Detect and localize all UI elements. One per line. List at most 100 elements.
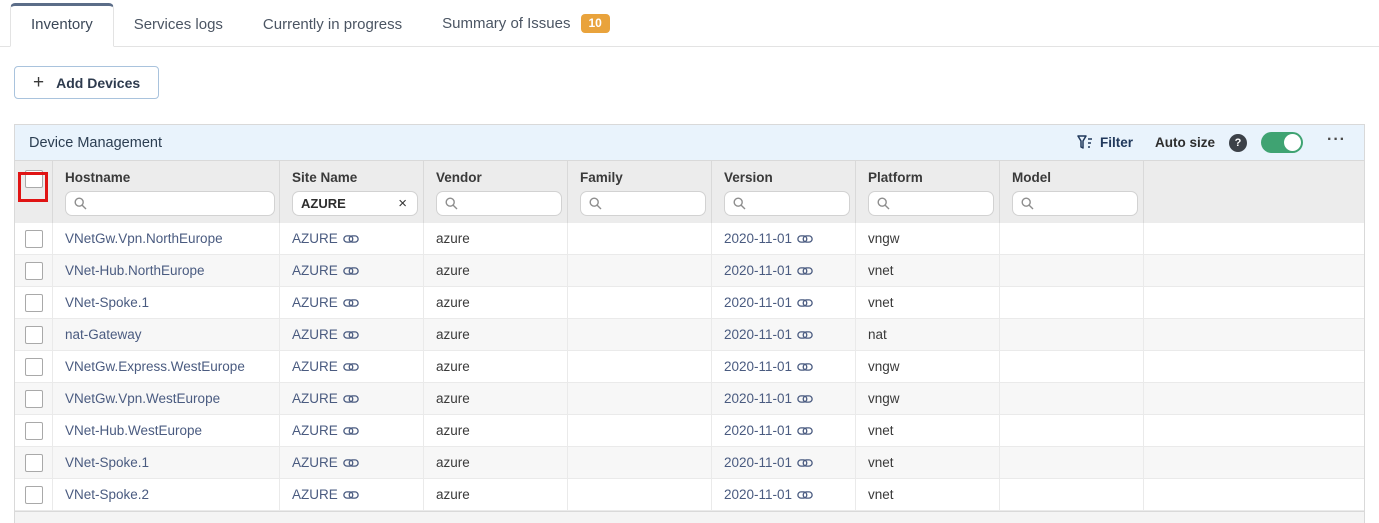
table-footer — [15, 511, 1364, 523]
site-cell: AZURE — [280, 383, 424, 414]
hostname-filter-input[interactable] — [65, 191, 275, 216]
tab-services-logs-label: Services logs — [134, 16, 223, 33]
column-model[interactable]: Model — [1000, 161, 1144, 223]
hostname-link[interactable]: VNetGw.Vpn.NorthEurope — [65, 231, 223, 246]
site-link[interactable]: AZURE — [292, 487, 359, 502]
table-row[interactable]: VNet-Spoke.2 AZURE azure 2020-11-01 vn — [15, 479, 1364, 511]
vendor-cell: azure — [424, 447, 568, 478]
table-row[interactable]: VNet-Spoke.1 AZURE azure 2020-11-01 vn — [15, 287, 1364, 319]
filler-cell — [1144, 447, 1364, 478]
table-row[interactable]: VNetGw.Vpn.NorthEurope AZURE azure 2020-… — [15, 223, 1364, 255]
family-cell — [568, 255, 712, 286]
table-row[interactable]: VNet-Hub.WestEurope AZURE azure 2020-11-… — [15, 415, 1364, 447]
table-row[interactable]: VNet-Spoke.1 AZURE azure 2020-11-01 vn — [15, 447, 1364, 479]
column-hostname[interactable]: Hostname — [53, 161, 280, 223]
search-icon — [589, 197, 602, 210]
table-row[interactable]: nat-Gateway AZURE azure 2020-11-01 nat — [15, 319, 1364, 351]
site-link[interactable]: AZURE — [292, 455, 359, 470]
tab-services-logs[interactable]: Services logs — [114, 4, 243, 46]
hostname-link[interactable]: VNetGw.Vpn.WestEurope — [65, 391, 220, 406]
version-link[interactable]: 2020-11-01 — [724, 487, 813, 502]
version-link-label: 2020-11-01 — [724, 295, 792, 310]
link-icon — [797, 426, 813, 436]
hostname-link[interactable]: nat-Gateway — [65, 327, 142, 342]
hostname-link[interactable]: VNet-Spoke.1 — [65, 295, 149, 310]
family-cell — [568, 479, 712, 510]
hostname-link[interactable]: VNet-Hub.WestEurope — [65, 423, 202, 438]
site-link[interactable]: AZURE — [292, 295, 359, 310]
clear-filter-icon[interactable]: × — [396, 195, 409, 212]
site-link[interactable]: AZURE — [292, 423, 359, 438]
hostname-link[interactable]: VNet-Spoke.1 — [65, 455, 149, 470]
site-link[interactable]: AZURE — [292, 231, 359, 246]
version-link-label: 2020-11-01 — [724, 487, 792, 502]
tab-currently-in-progress[interactable]: Currently in progress — [243, 4, 422, 46]
model-filter-input[interactable] — [1012, 191, 1138, 216]
table-row[interactable]: VNetGw.Vpn.WestEurope AZURE azure 2020-1… — [15, 383, 1364, 415]
version-link[interactable]: 2020-11-01 — [724, 263, 813, 278]
site-name-filter-input[interactable]: AZURE × — [292, 191, 418, 216]
site-link-label: AZURE — [292, 391, 338, 406]
row-checkbox[interactable] — [25, 390, 43, 408]
row-checkbox[interactable] — [25, 486, 43, 504]
hostname-link[interactable]: VNet-Spoke.2 — [65, 487, 149, 502]
row-checkbox[interactable] — [25, 326, 43, 344]
version-link-label: 2020-11-01 — [724, 359, 792, 374]
column-platform[interactable]: Platform — [856, 161, 1000, 223]
version-link[interactable]: 2020-11-01 — [724, 391, 813, 406]
vendor-filter-input[interactable] — [436, 191, 562, 216]
version-link[interactable]: 2020-11-01 — [724, 327, 813, 342]
site-link[interactable]: AZURE — [292, 359, 359, 374]
hostname-cell: VNet-Hub.NorthEurope — [53, 255, 280, 286]
family-cell — [568, 415, 712, 446]
hostname-cell: VNet-Spoke.1 — [53, 447, 280, 478]
site-link-label: AZURE — [292, 359, 338, 374]
filter-label: Filter — [1100, 135, 1133, 150]
site-link[interactable]: AZURE — [292, 263, 359, 278]
filler-cell — [1144, 223, 1364, 254]
version-link[interactable]: 2020-11-01 — [724, 423, 813, 438]
version-cell: 2020-11-01 — [712, 479, 856, 510]
more-menu-button[interactable]: ··· — [1323, 131, 1350, 155]
version-link[interactable]: 2020-11-01 — [724, 455, 813, 470]
help-icon[interactable]: ? — [1229, 134, 1247, 152]
family-filter-input[interactable] — [580, 191, 706, 216]
version-link[interactable]: 2020-11-01 — [724, 231, 813, 246]
site-name-filter-value: AZURE — [301, 196, 390, 211]
row-checkbox[interactable] — [25, 262, 43, 280]
link-icon — [797, 266, 813, 276]
version-link[interactable]: 2020-11-01 — [724, 359, 813, 374]
row-checkbox[interactable] — [25, 230, 43, 248]
link-icon — [797, 298, 813, 308]
table-row[interactable]: VNetGw.Express.WestEurope AZURE azure 20… — [15, 351, 1364, 383]
site-cell: AZURE — [280, 447, 424, 478]
column-version[interactable]: Version — [712, 161, 856, 223]
row-checkbox[interactable] — [25, 422, 43, 440]
filler-cell — [1144, 415, 1364, 446]
hostname-link[interactable]: VNet-Hub.NorthEurope — [65, 263, 205, 278]
version-filter-input[interactable] — [724, 191, 850, 216]
column-family-label: Family — [580, 170, 711, 185]
row-checkbox[interactable] — [25, 454, 43, 472]
hostname-link[interactable]: VNetGw.Express.WestEurope — [65, 359, 245, 374]
select-all-checkbox[interactable] — [25, 170, 43, 188]
column-vendor[interactable]: Vendor — [424, 161, 568, 223]
add-devices-button[interactable]: + Add Devices — [14, 66, 159, 99]
search-icon — [1021, 197, 1034, 210]
tab-inventory[interactable]: Inventory — [10, 3, 114, 47]
row-checkbox[interactable] — [25, 294, 43, 312]
column-family[interactable]: Family — [568, 161, 712, 223]
table-row[interactable]: VNet-Hub.NorthEurope AZURE azure 2020-11… — [15, 255, 1364, 287]
tab-summary-of-issues[interactable]: Summary of Issues 10 — [422, 2, 630, 46]
autosize-toggle[interactable] — [1261, 132, 1303, 153]
filler-cell — [1144, 479, 1364, 510]
platform-filter-input[interactable] — [868, 191, 994, 216]
row-checkbox-cell — [15, 351, 53, 382]
family-cell — [568, 223, 712, 254]
column-site-name[interactable]: Site Name AZURE × — [280, 161, 424, 223]
filter-button[interactable]: Filter — [1077, 135, 1133, 150]
version-link[interactable]: 2020-11-01 — [724, 295, 813, 310]
site-link[interactable]: AZURE — [292, 327, 359, 342]
site-link[interactable]: AZURE — [292, 391, 359, 406]
row-checkbox[interactable] — [25, 358, 43, 376]
